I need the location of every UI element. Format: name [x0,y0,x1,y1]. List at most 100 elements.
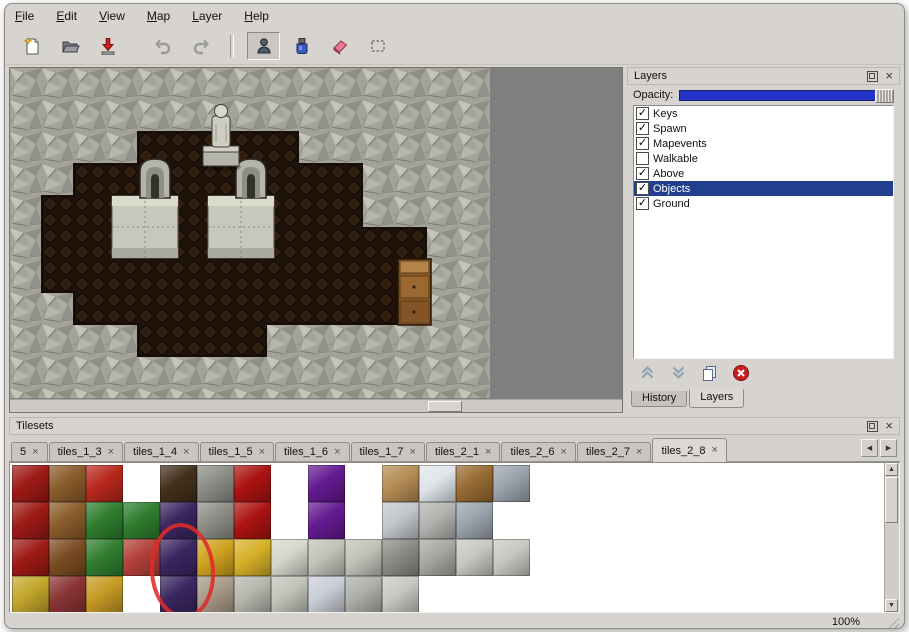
tileset-tile[interactable] [123,465,160,502]
layer-row[interactable]: Above [634,166,893,181]
tileset-tile[interactable] [12,465,49,502]
resize-grip[interactable] [886,615,899,628]
tileset-tile[interactable] [419,465,456,502]
close-tab-icon[interactable]: × [259,447,265,458]
tileset-tile[interactable] [12,576,49,613]
tileset-tile[interactable] [197,539,234,576]
tileset-tile[interactable] [49,502,86,539]
tab-layers[interactable]: Layers [689,389,744,408]
opacity-slider-handle[interactable] [875,89,894,103]
menu-layer[interactable]: Layer [192,9,222,23]
tileset-tab[interactable]: tiles_1_5× [200,442,274,461]
person-tool-button[interactable] [247,32,280,60]
open-button[interactable] [53,32,86,60]
tileset-tile[interactable] [197,465,234,502]
tab-history[interactable]: History [631,391,687,407]
tileset-tile[interactable] [86,465,123,502]
close-tab-icon[interactable]: × [334,447,340,458]
map-viewport[interactable] [9,67,623,413]
layer-visibility-checkbox[interactable] [636,122,649,135]
tileset-tile[interactable] [197,576,234,613]
close-tab-icon[interactable]: × [32,447,38,458]
layer-row[interactable]: Spawn [634,121,893,136]
close-tab-icon[interactable]: × [485,447,491,458]
tileset-tile[interactable] [160,465,197,502]
layer-visibility-checkbox[interactable] [636,182,649,195]
tileset-tile[interactable] [456,465,493,502]
move-layer-up-button[interactable] [639,364,656,386]
tileset-tile[interactable] [160,576,197,613]
tileset-tile[interactable] [308,576,345,613]
tileset-tile[interactable] [271,576,308,613]
select-tool-button[interactable] [361,32,394,60]
map-canvas[interactable] [10,68,490,403]
tileset-tile[interactable] [419,576,456,613]
float-panel-icon[interactable] [867,71,878,82]
tileset-tile[interactable] [86,502,123,539]
close-tab-icon[interactable]: × [561,447,567,458]
tileset-tab[interactable]: tiles_1_3× [49,442,123,461]
tileset-tile[interactable] [456,502,493,539]
tileset-tile[interactable] [493,539,530,576]
tileset-grid[interactable] [12,465,530,613]
tileset-tile[interactable] [123,576,160,613]
tileset-tile[interactable] [86,576,123,613]
tileset-tile[interactable] [234,539,271,576]
layer-row[interactable]: Keys [634,106,893,121]
menu-view[interactable]: View [99,9,125,23]
scroll-tabs-left-icon[interactable]: ◀ [861,439,878,457]
tileset-tab[interactable]: tiles_1_6× [275,442,349,461]
tileset-tile[interactable] [493,576,530,613]
tileset-tile[interactable] [49,539,86,576]
tileset-tile[interactable] [419,539,456,576]
tileset-tile[interactable] [382,502,419,539]
tileset-tile[interactable] [382,465,419,502]
new-file-button[interactable] [15,32,48,60]
tileset-tile[interactable] [271,539,308,576]
tileset-tile[interactable] [197,502,234,539]
delete-layer-button[interactable] [732,364,750,387]
tileset-tile[interactable] [345,502,382,539]
menu-edit[interactable]: Edit [56,9,77,23]
tileset-tile[interactable] [456,539,493,576]
save-button[interactable] [91,32,124,60]
layer-visibility-checkbox[interactable] [636,152,649,165]
menu-file[interactable]: File [15,9,34,23]
tileset-tile[interactable] [123,502,160,539]
move-layer-down-button[interactable] [670,364,687,386]
tileset-tile[interactable] [234,465,271,502]
redo-button[interactable] [184,32,217,60]
tileset-tile[interactable] [12,502,49,539]
layer-row[interactable]: Ground [634,196,893,211]
scroll-tabs-right-icon[interactable]: ▶ [880,439,897,457]
tileset-tile[interactable] [123,539,160,576]
close-tab-icon[interactable]: × [183,447,189,458]
tileset-tile[interactable] [456,576,493,613]
layer-row[interactable]: Walkable [634,151,893,166]
eraser-tool-button[interactable] [323,32,356,60]
tileset-tile[interactable] [493,502,530,539]
tileset-tile[interactable] [382,539,419,576]
tileset-tile[interactable] [12,539,49,576]
layer-visibility-checkbox[interactable] [636,137,649,150]
tileset-tab[interactable]: tiles_2_1× [426,442,500,461]
tileset-tile[interactable] [271,502,308,539]
tileset-tile[interactable] [160,502,197,539]
layer-row[interactable]: Mapevents [634,136,893,151]
tileset-tile[interactable] [308,502,345,539]
tileset-tile[interactable] [234,502,271,539]
layer-visibility-checkbox[interactable] [636,167,649,180]
tileset-tab[interactable]: 5× [11,442,48,461]
tileset-tile[interactable] [308,539,345,576]
close-panel-icon[interactable]: × [885,421,893,431]
close-panel-icon[interactable]: × [885,71,893,81]
tileset-tile[interactable] [49,576,86,613]
tileset-tile[interactable] [382,576,419,613]
scrollbar-thumb[interactable] [885,477,898,523]
close-tab-icon[interactable]: × [410,447,416,458]
tileset-tile[interactable] [160,539,197,576]
tileset-tab[interactable]: tiles_1_4× [124,442,198,461]
tileset-tile[interactable] [234,576,271,613]
tileset-tile[interactable] [345,576,382,613]
tileset-tab[interactable]: tiles_2_7× [577,442,651,461]
